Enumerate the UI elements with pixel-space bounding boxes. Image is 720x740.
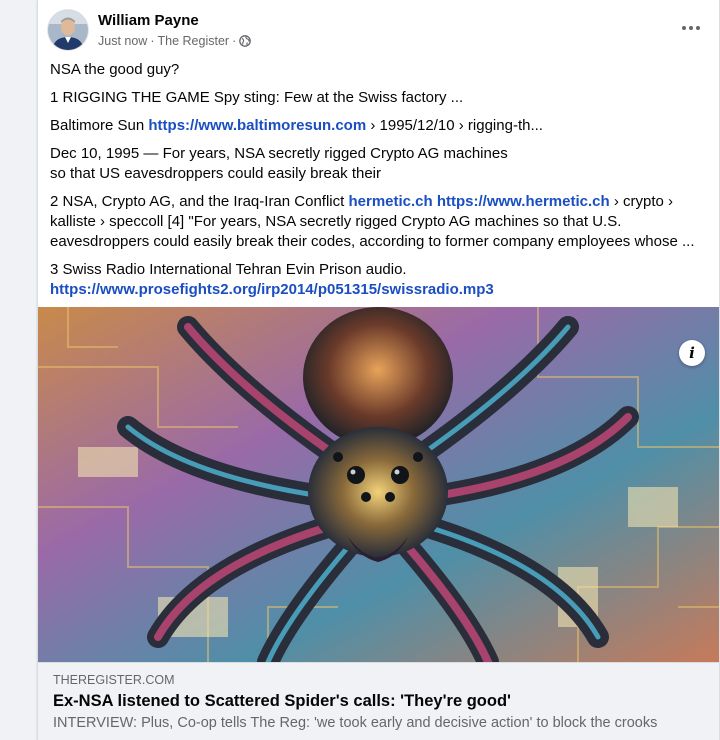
post-image[interactable] xyxy=(38,307,719,662)
link-title[interactable]: Ex-NSA listened to Scattered Spider's ca… xyxy=(53,692,511,711)
more-options-icon[interactable] xyxy=(675,16,707,40)
baltimoresun-link[interactable]: https://www.baltimoresun.com xyxy=(148,117,366,134)
text-run: 2 NSA, Crypto AG, and the Iraq-Iran Conf… xyxy=(50,193,349,210)
text-run: so that US eavesdroppers could easily br… xyxy=(50,165,382,182)
globe-icon[interactable] xyxy=(239,35,252,47)
text-run: Baltimore Sun xyxy=(50,117,149,134)
text-run: 3 Swiss Radio International Tehran Evin … xyxy=(50,261,407,278)
avatar[interactable] xyxy=(48,10,88,50)
text-paragraph: 2 NSA, Crypto AG, and the Iraq-Iran Conf… xyxy=(50,192,699,252)
meta-separator: · xyxy=(232,34,237,48)
post-meta: Just now · The Register · xyxy=(98,34,252,48)
hermetic-domain-link[interactable]: hermetic.ch xyxy=(348,193,432,210)
text-paragraph: NSA the good guy? xyxy=(50,61,180,78)
text-paragraph: Dec 10, 1995 — For years, NSA secretly r… xyxy=(50,144,699,184)
link-description: INTERVIEW: Plus, Co-op tells The Reg: 'w… xyxy=(53,715,658,731)
link-preview[interactable]: THEREGISTER.COM Ex-NSA listened to Scatt… xyxy=(38,662,719,740)
meta-separator: · xyxy=(150,34,155,48)
source-name[interactable]: The Register xyxy=(158,34,230,48)
post-text: NSA the good guy? 1 RIGGING THE GAME Spy… xyxy=(50,60,699,308)
author-name[interactable]: William Payne xyxy=(98,12,199,29)
text-paragraph: 3 Swiss Radio International Tehran Evin … xyxy=(50,260,699,300)
timestamp[interactable]: Just now xyxy=(98,34,147,48)
text-paragraph: 1 RIGGING THE GAME Spy sting: Few at the… xyxy=(50,89,464,106)
post-card: William Payne Just now · The Register · … xyxy=(37,0,720,740)
text-run: Dec 10, 1995 — For years, NSA secretly r… xyxy=(50,145,508,162)
post-header: William Payne Just now · The Register · xyxy=(48,10,709,54)
swissradio-link[interactable]: https://www.prosefights2.org/irp2014/p05… xyxy=(50,281,494,298)
text-paragraph: Baltimore Sun https://www.baltimoresun.c… xyxy=(50,116,699,136)
link-domain: THEREGISTER.COM xyxy=(53,673,175,687)
info-icon[interactable]: i xyxy=(679,340,705,366)
hermetic-url-link[interactable]: https://www.hermetic.ch xyxy=(437,193,610,210)
text-run: › 1995/12/10 › rigging-th... xyxy=(366,117,543,134)
